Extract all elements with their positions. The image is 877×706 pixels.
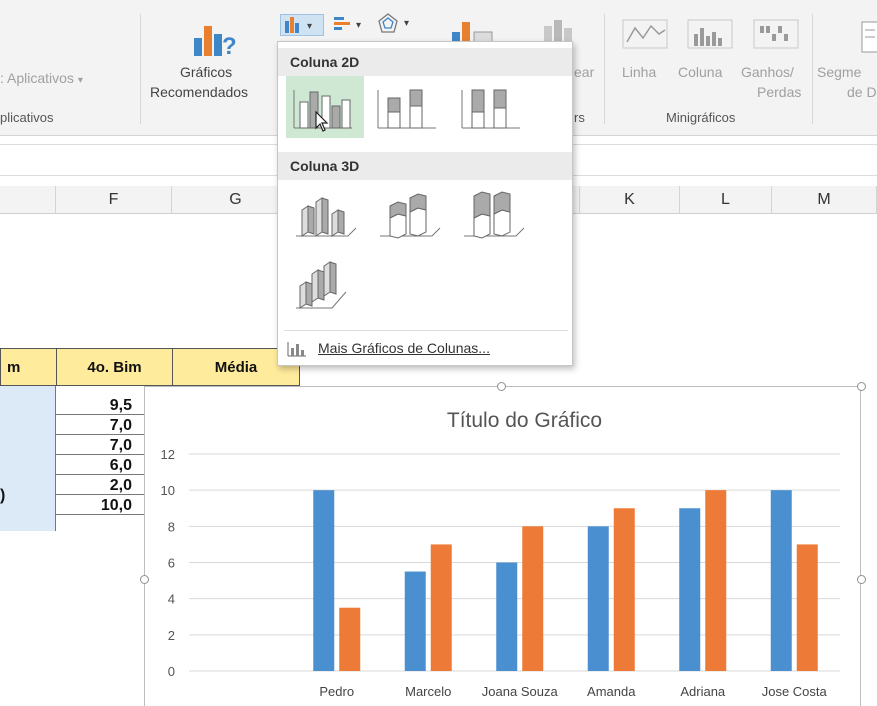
bar-series-2	[796, 544, 818, 671]
stacked-column-3d-option[interactable]	[370, 182, 448, 244]
stacked-column-2d-option[interactable]	[370, 76, 448, 138]
aplicativos-group-label: plicativos	[0, 110, 54, 125]
table-header-4bim[interactable]: 4o. Bim	[56, 348, 173, 386]
stacked-100-column-3d-icon	[464, 191, 525, 239]
bar-chart-button[interactable]: ▾	[332, 14, 368, 36]
x-tick-label: Adriana	[680, 684, 726, 699]
column-header-e[interactable]	[0, 186, 56, 214]
stacked-100-column-2d-option[interactable]	[454, 76, 532, 138]
clustered-column-3d-icon	[296, 197, 357, 237]
resize-handle-right[interactable]	[857, 575, 866, 584]
table-cell[interactable]: 6,0	[56, 456, 144, 475]
column-chart-icon: ▾	[285, 17, 312, 33]
resize-handle-top-right[interactable]	[857, 382, 866, 391]
svg-text:▾: ▾	[307, 21, 312, 32]
resize-handle-top[interactable]	[497, 382, 506, 391]
bar-series-1	[496, 562, 518, 671]
table-cell[interactable]: 10,0	[56, 496, 144, 515]
sparkline-winloss-label-1[interactable]: Ganhos/	[741, 64, 794, 80]
x-tick-label: Marcelo	[405, 684, 451, 699]
chart-title: Título do Gráfico	[447, 409, 602, 432]
hidden-group-label: rs	[574, 110, 585, 125]
table-prev-column[interactable]	[0, 386, 56, 531]
sparkline-column-label[interactable]: Coluna	[678, 64, 722, 80]
bar-series-1	[770, 490, 792, 671]
chart-area[interactable]: Título do Gráfico 0 2 4 6 8 10 12 Pedro Marcelo Jo…	[144, 386, 861, 706]
slicer-icon[interactable]	[860, 20, 877, 54]
column-3d-option[interactable]	[286, 252, 364, 314]
sparkline-winloss-label-2[interactable]: Perdas	[757, 84, 801, 100]
bar-series-1	[679, 508, 701, 671]
section-header-2d: Coluna 2D	[278, 48, 572, 76]
x-tick-label: Pedro	[319, 684, 354, 699]
resize-handle-left[interactable]	[140, 575, 149, 584]
stacked-column-icon	[377, 89, 436, 129]
sparkline-column-icon[interactable]	[686, 18, 734, 50]
bar-series-1	[587, 526, 609, 671]
svg-text:?: ?	[222, 33, 236, 58]
aplicativos-button[interactable]: : Aplicativos ▾	[0, 70, 83, 86]
recommended-charts-label-1[interactable]: Gráficos	[180, 64, 232, 80]
y-tick-label: 6	[168, 556, 175, 571]
recommended-charts-icon[interactable]: ?	[192, 18, 236, 58]
table-cell[interactable]: 7,0	[56, 436, 144, 455]
svg-text:▾: ▾	[356, 20, 361, 31]
sparkline-line-icon[interactable]	[621, 18, 669, 50]
column-header-l[interactable]: L	[680, 186, 772, 214]
minigraficos-group-label: Minigráficos	[666, 110, 736, 125]
bar-series-2	[339, 607, 361, 671]
y-tick-label: 10	[161, 483, 175, 498]
bar-series-1	[313, 490, 335, 671]
bar-series-2	[522, 526, 544, 671]
y-tick-label: 0	[168, 664, 175, 679]
svg-text:▾: ▾	[404, 18, 409, 29]
x-tick-label: Jose Costa	[762, 684, 828, 699]
table-cell[interactable]: 7,0	[56, 416, 144, 435]
y-tick-label: 12	[161, 447, 175, 462]
bar-series-2	[705, 490, 727, 671]
bar-series-2	[613, 508, 635, 671]
y-tick-label: 2	[168, 628, 175, 643]
clustered-column-2d-option[interactable]	[286, 76, 364, 138]
column-chart: Título do Gráfico 0 2 4 6 8 10 12 Pedro Marcelo Jo…	[161, 409, 840, 699]
radar-chart-button[interactable]: ▾	[376, 12, 416, 36]
recommended-charts-label-2[interactable]: Recomendados	[150, 84, 248, 100]
bar-series-2	[430, 544, 452, 671]
more-charts-label: Mais Gráficos de Colunas...	[318, 340, 490, 356]
column-header-m[interactable]: M	[772, 186, 877, 214]
stacked-100-column-icon	[461, 89, 520, 129]
column-header-k[interactable]: K	[580, 186, 680, 214]
table-header-3bim[interactable]: m	[0, 348, 57, 386]
column-chart-button[interactable]: ▾	[280, 14, 324, 36]
chevron-down-icon: ▾	[77, 75, 83, 86]
more-charts-icon	[287, 342, 306, 357]
sparkline-line-label[interactable]: Linha	[622, 64, 656, 80]
bar-series-1	[404, 571, 426, 671]
table-cell-fragment[interactable]: )	[0, 486, 20, 505]
hidden-button-label[interactable]: ear	[574, 64, 594, 80]
more-column-charts-link[interactable]: Mais Gráficos de Colunas...	[286, 338, 566, 360]
clustered-column-3d-option[interactable]	[286, 182, 364, 244]
x-tick-label: Amanda	[587, 684, 636, 699]
stacked-100-column-3d-option[interactable]	[454, 182, 532, 244]
y-tick-label: 8	[168, 519, 175, 534]
column-chart-dropdown: Coluna 2D Coluna 3D Mais Gráficos de Col…	[277, 41, 573, 366]
clustered-column-icon	[293, 90, 352, 132]
slicer-label-1[interactable]: Segme	[817, 64, 861, 80]
column-header-f[interactable]: F	[56, 186, 172, 214]
column-3d-icon	[296, 261, 347, 309]
sparkline-winloss-icon[interactable]	[752, 18, 800, 50]
table-cell[interactable]: 9,5	[56, 396, 144, 415]
x-tick-label: Joana Souza	[482, 684, 559, 699]
slicer-label-2[interactable]: de D	[847, 84, 877, 100]
y-tick-label: 4	[168, 592, 175, 607]
section-header-3d: Coluna 3D	[278, 152, 572, 180]
stacked-column-3d-icon	[380, 193, 441, 239]
table-cell[interactable]: 2,0	[56, 476, 144, 495]
